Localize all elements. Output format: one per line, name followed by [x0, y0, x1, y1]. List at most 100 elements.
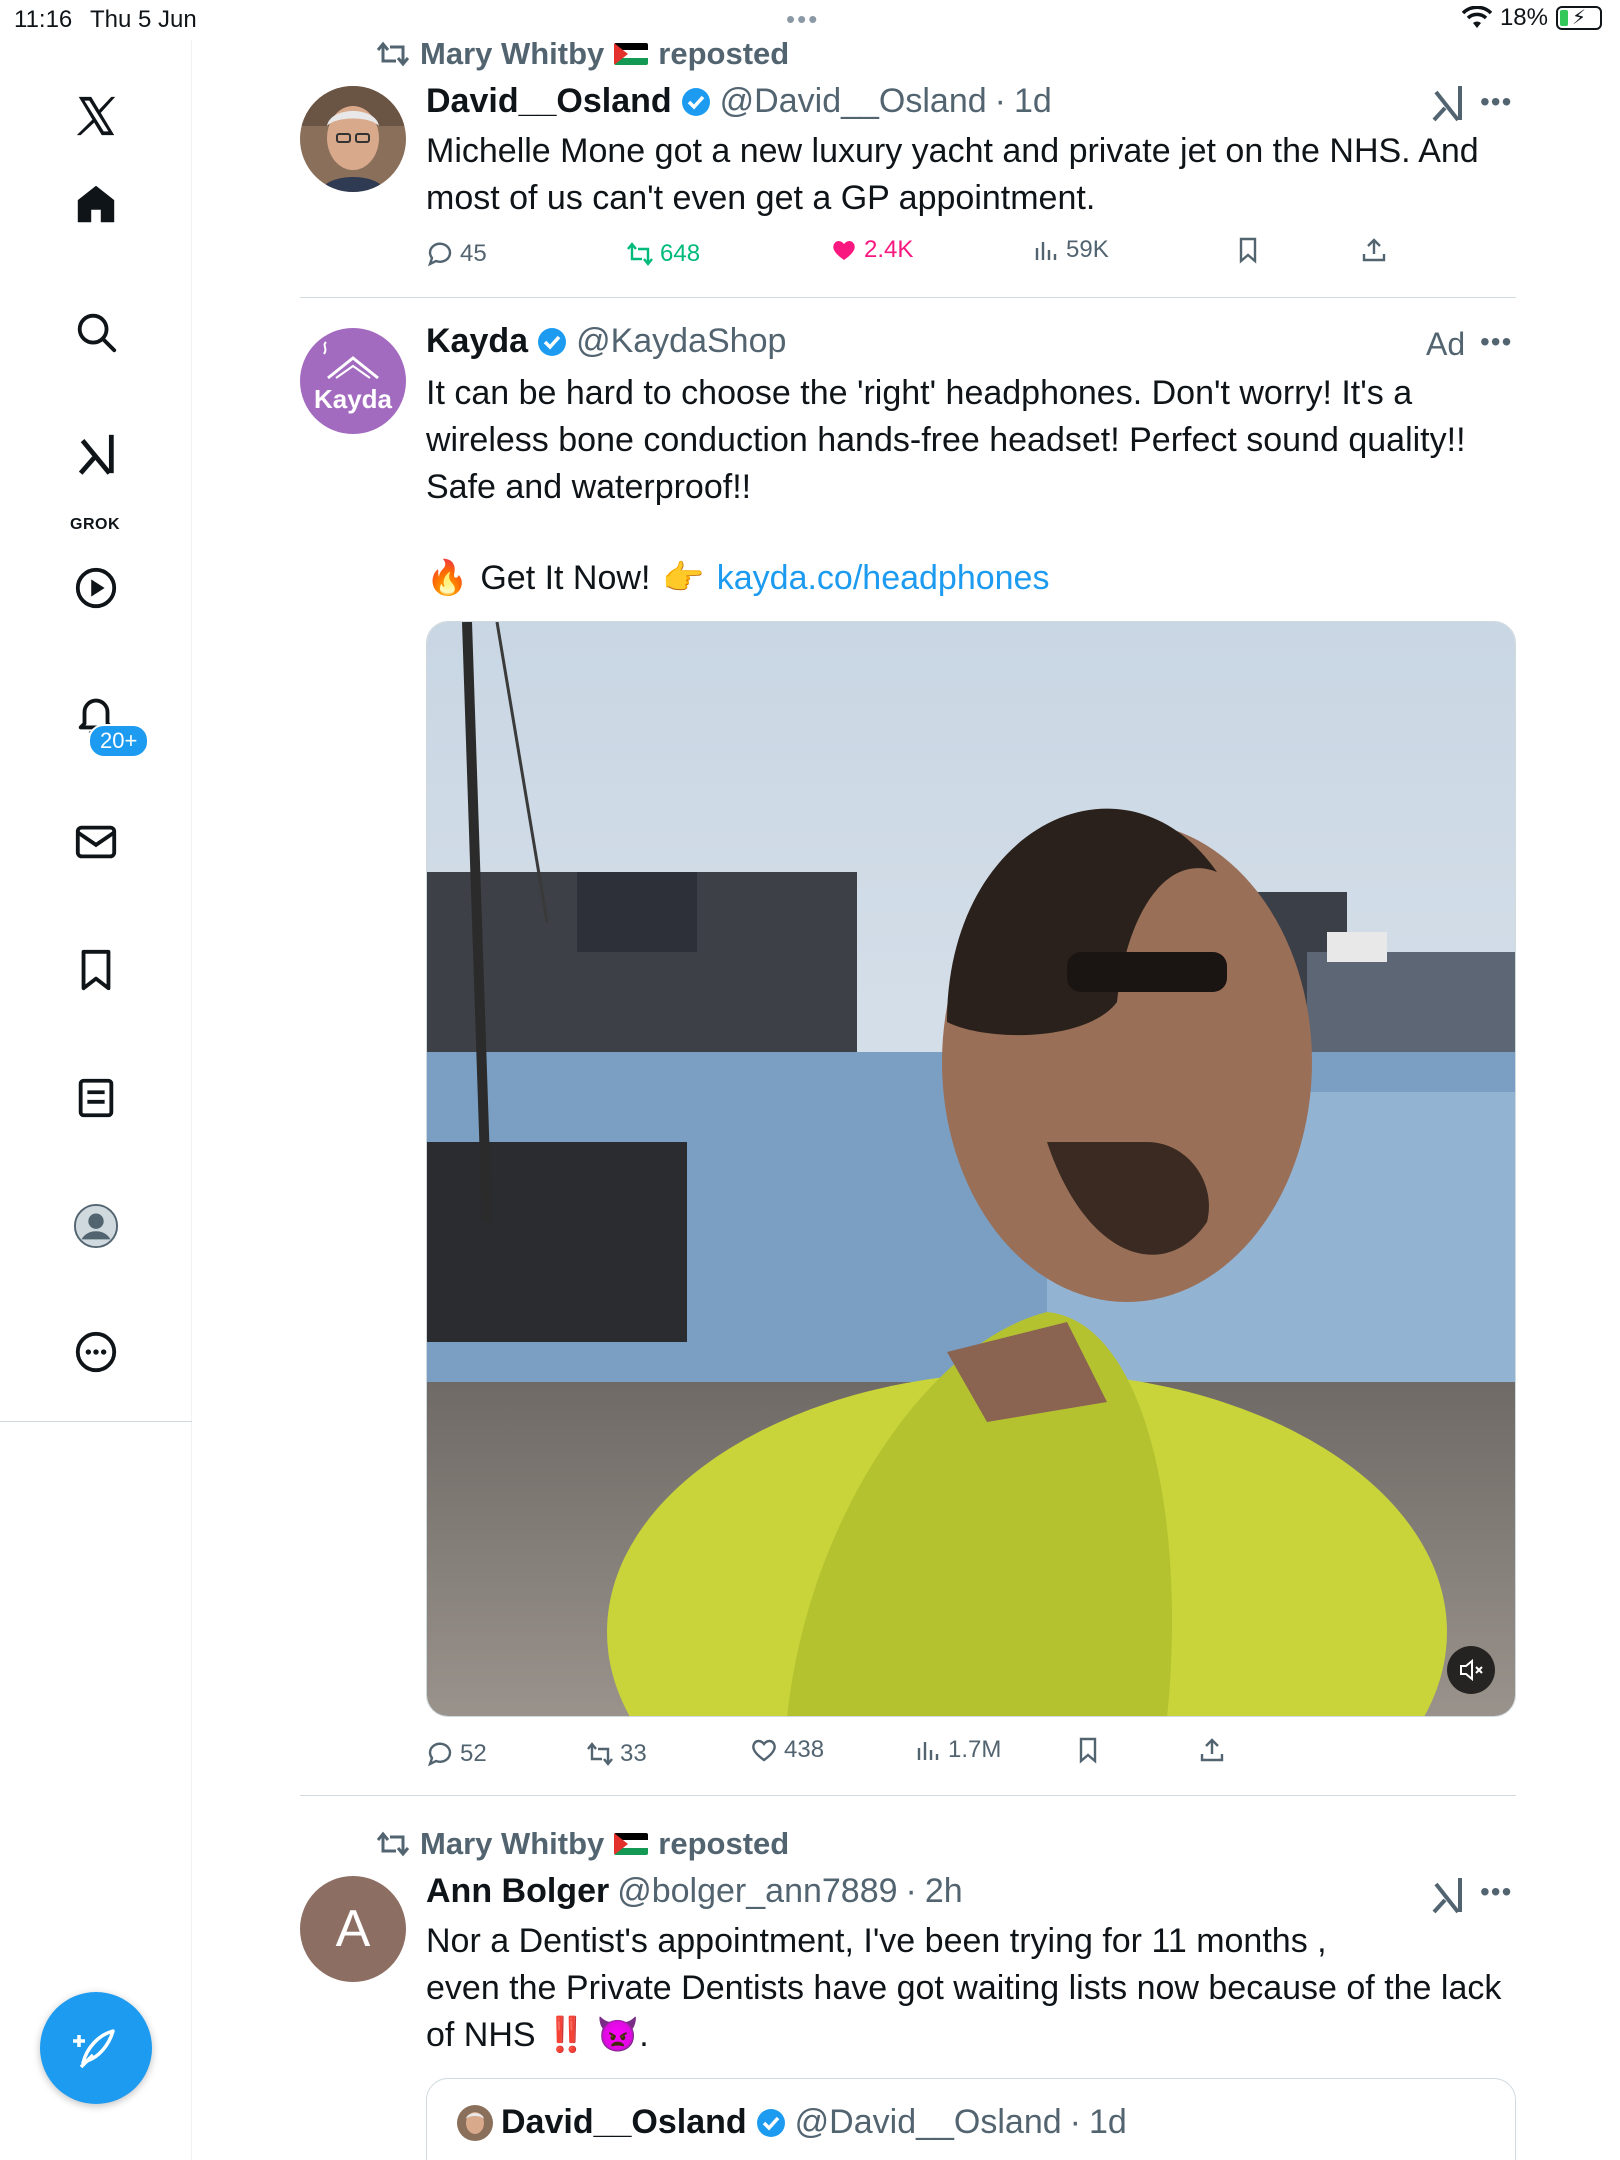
post-time[interactable]: 1d: [1014, 82, 1052, 121]
avatar[interactable]: [300, 86, 406, 192]
tweet-text-end: .: [639, 2016, 649, 2054]
like-count: 2.4K: [864, 236, 914, 263]
separator: ·: [905, 1872, 917, 1910]
profile-icon[interactable]: [66, 1196, 126, 1256]
share-icon: [1362, 238, 1386, 262]
tweet-divider: [300, 1795, 1516, 1796]
tweet-text: Nor a Dentist's appointment, I've been t…: [426, 1918, 1516, 2059]
reply-button[interactable]: 52: [426, 1740, 487, 1768]
tweet-text-line: even the Private Dentists have got waiti…: [426, 1969, 1502, 2007]
author-handle[interactable]: @David__Osland: [720, 82, 987, 121]
like-button[interactable]: 2.4K: [830, 236, 913, 264]
grok-icon[interactable]: [66, 424, 126, 484]
author-name[interactable]: David__Osland: [426, 82, 672, 121]
ad-link[interactable]: kayda.co/headphones: [717, 555, 1050, 602]
battery-percent: 18%: [1499, 4, 1548, 31]
author-name[interactable]: Ann Bolger: [426, 1872, 609, 1911]
video-icon[interactable]: [66, 558, 126, 618]
video-frame: [427, 622, 1515, 1716]
avatar-letter: A: [335, 1900, 371, 1958]
author-handle[interactable]: @KaydaShop: [576, 322, 786, 361]
ad-cta-line: 🔥 Get It Now! 👉 kayda.co/headphones: [426, 555, 1516, 602]
quoted-avatar[interactable]: [457, 2104, 493, 2141]
quoted-author-handle[interactable]: @David__Osland: [795, 2103, 1062, 2142]
compose-post-button[interactable]: [40, 1992, 152, 2104]
share-icon: [1200, 1738, 1224, 1762]
more-icon[interactable]: [66, 1322, 126, 1382]
more-options-icon[interactable]: •••: [1480, 86, 1512, 118]
sidebar-divider: [0, 1421, 192, 1422]
author-handle[interactable]: @bolger_ann7889: [617, 1872, 897, 1911]
tweet-text-line: Nor a Dentist's appointment, I've been t…: [426, 1922, 1327, 1960]
repost-button[interactable]: 648: [626, 240, 700, 268]
reply-count: 45: [460, 240, 487, 267]
like-count: 438: [784, 1736, 825, 1763]
separator: ·: [994, 82, 1006, 120]
tweet-text-line: of NHS ‼️ 👿.: [426, 2012, 1516, 2059]
palestine-flag-icon: [614, 1833, 649, 1855]
reply-button[interactable]: 45: [426, 240, 487, 268]
more-options-icon[interactable]: •••: [1480, 326, 1512, 358]
repost-icon: [627, 242, 653, 266]
fire-emoji-icon: 🔥: [426, 559, 469, 597]
avatar[interactable]: A: [300, 1876, 406, 1982]
quoted-tweet[interactable]: David__Osland @David__Osland · 1d: [426, 2078, 1516, 2160]
wifi-icon: [1461, 6, 1492, 28]
sidebar: GROK 20+: [0, 40, 192, 2160]
grok-icon[interactable]: [1428, 1876, 1466, 1914]
author-line: Kayda @KaydaShop: [426, 322, 786, 361]
x-logo-icon[interactable]: [66, 86, 126, 146]
views-button[interactable]: 59K: [1032, 236, 1109, 264]
angry-devil-emoji-icon: 👿: [596, 2016, 640, 2054]
tweet-text: Michelle Mone got a new luxury yacht and…: [426, 132, 1479, 217]
post-time[interactable]: 2h: [925, 1872, 963, 1911]
video-player[interactable]: [426, 621, 1516, 1717]
reply-count: 52: [460, 1740, 487, 1767]
views-count: 1.7M: [948, 1736, 1002, 1763]
lists-icon[interactable]: [66, 1068, 126, 1128]
heart-icon: [752, 1739, 776, 1762]
bookmark-button[interactable]: [1234, 236, 1262, 264]
heart-filled-icon: [833, 241, 855, 260]
status-date: Thu 5 Jun: [90, 6, 197, 33]
repost-suffix: reposted: [658, 36, 790, 71]
tweet-text: It can be hard to choose the 'right' hea…: [426, 374, 1466, 506]
multitasking-dots-icon[interactable]: •••: [786, 4, 819, 35]
repost-button[interactable]: 33: [586, 1740, 647, 1768]
avatar[interactable]: Kayda: [300, 328, 406, 434]
home-icon[interactable]: [66, 174, 126, 234]
verified-badge-icon: [756, 2108, 785, 2137]
bookmark-button[interactable]: [1074, 1736, 1102, 1764]
avatar-text: Kayda: [314, 384, 393, 414]
search-icon[interactable]: [66, 302, 126, 362]
more-options-icon[interactable]: •••: [1480, 1876, 1512, 1908]
reply-icon: [427, 1742, 452, 1767]
mute-toggle[interactable]: [1447, 1646, 1495, 1694]
reply-icon: [427, 242, 452, 267]
status-time: 11:16: [14, 6, 73, 33]
messages-icon[interactable]: [66, 812, 126, 872]
repost-icon: [587, 1742, 613, 1766]
quoted-post-time[interactable]: 1d: [1089, 2103, 1127, 2142]
cta-text: Get It Now!: [480, 559, 651, 597]
grok-icon[interactable]: [1428, 84, 1466, 122]
views-button[interactable]: 1.7M: [914, 1736, 1001, 1764]
compose-feather-icon: [73, 2029, 115, 2069]
views-icon: [917, 1742, 939, 1760]
bookmarks-icon[interactable]: [66, 940, 126, 1000]
author-name[interactable]: Kayda: [426, 322, 528, 361]
share-button[interactable]: [1360, 236, 1388, 264]
views-count: 59K: [1066, 236, 1109, 263]
double-exclamation-emoji-icon: ‼️: [545, 2016, 588, 2054]
author-line: David__Osland @David__Osland · 1d: [426, 82, 1052, 121]
repost-author[interactable]: Mary Whitby: [420, 1826, 604, 1862]
repost-author[interactable]: Mary Whitby: [420, 36, 604, 72]
tweet-text-segment: of NHS: [426, 2016, 536, 2054]
repost-count: 33: [620, 1740, 647, 1767]
separator: ·: [1069, 2103, 1081, 2141]
quoted-author-name[interactable]: David__Osland: [501, 2103, 747, 2142]
share-button[interactable]: [1198, 1736, 1226, 1764]
repost-context[interactable]: Mary Whitby reposted: [376, 1826, 789, 1862]
like-button[interactable]: 438: [750, 1736, 824, 1764]
repost-context[interactable]: Mary Whitby reposted: [376, 36, 789, 72]
